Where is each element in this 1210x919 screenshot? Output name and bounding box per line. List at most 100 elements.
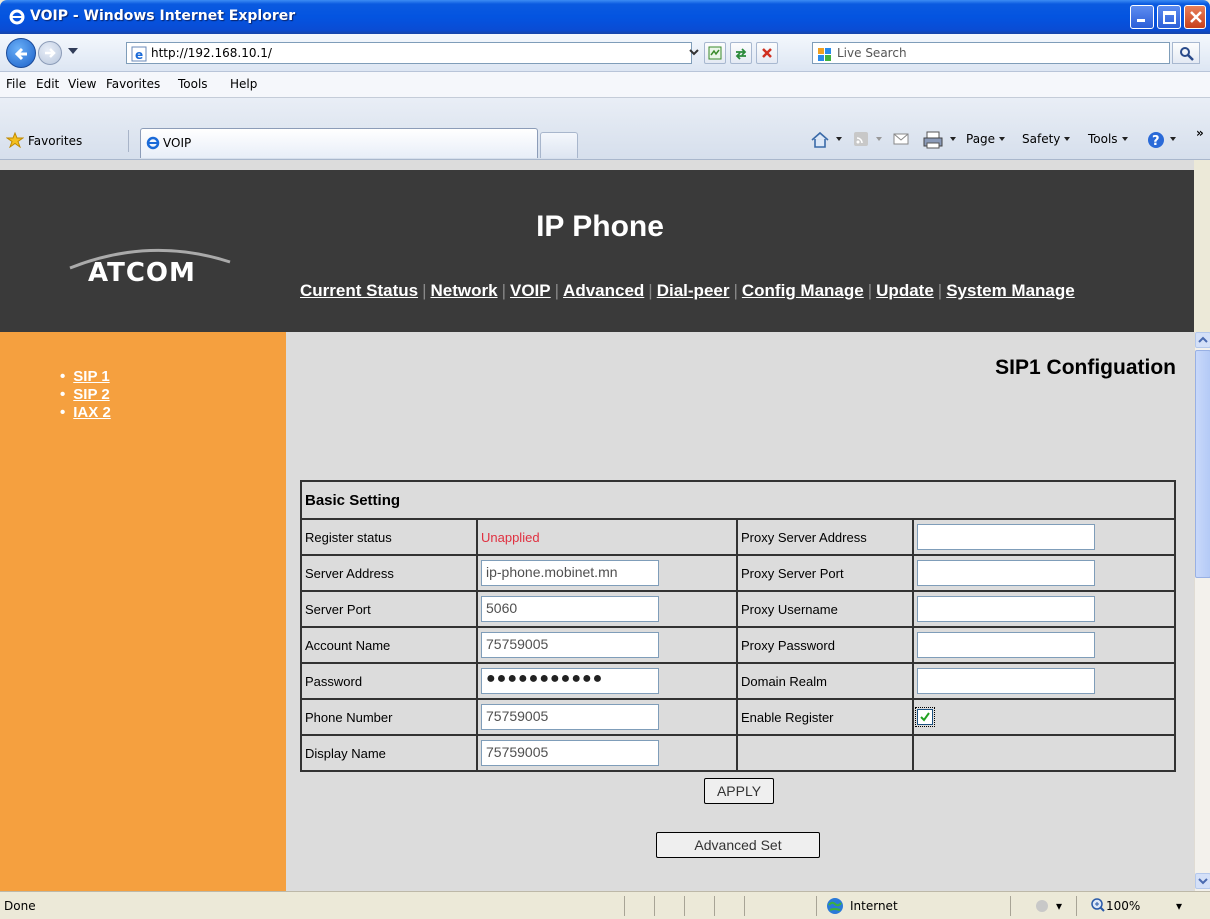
new-tab-button[interactable] [540, 132, 578, 158]
address-url: http://192.168.10.1/ [151, 46, 272, 60]
address-bar[interactable]: e http://192.168.10.1/ [126, 42, 692, 64]
menu-help[interactable]: Help [230, 77, 257, 91]
account-name-label: Account Name [300, 626, 478, 664]
menu-tools[interactable]: Tools [178, 77, 208, 91]
nav-system-manage[interactable]: System Manage [946, 281, 1075, 300]
close-button[interactable] [1184, 5, 1206, 29]
refresh-button[interactable] [730, 42, 752, 64]
proxy-server-address-input[interactable] [917, 524, 1095, 550]
vertical-scrollbar[interactable] [1194, 332, 1210, 891]
stop-icon [762, 48, 772, 58]
stop-button[interactable] [756, 42, 778, 64]
account-name-input[interactable]: 75759005 [481, 632, 659, 658]
server-address-label: Server Address [300, 554, 478, 592]
nav-update[interactable]: Update [876, 281, 934, 300]
sidebar-link-sip2[interactable]: SIP 2 [73, 386, 109, 403]
protected-mode-dropdown[interactable]: ▾ [1056, 899, 1062, 913]
search-button[interactable] [1172, 42, 1200, 64]
apply-button[interactable]: APPLY [704, 778, 774, 804]
zoom-icon[interactable] [1090, 897, 1106, 913]
tab-voip[interactable]: VOIP [140, 128, 538, 158]
page-menu[interactable]: Page [966, 132, 1006, 146]
print-dropdown[interactable] [946, 132, 956, 146]
domain-realm-input[interactable] [917, 668, 1095, 694]
mail-icon[interactable] [892, 130, 910, 148]
close-icon [1190, 11, 1202, 23]
svg-text:e: e [135, 48, 143, 62]
table-row: Account Name 75759005 Proxy Password [300, 626, 1176, 664]
scroll-down-button[interactable] [1195, 873, 1210, 889]
table-row: Phone Number 75759005 Enable Register [300, 698, 1176, 736]
tools-menu-label: Tools [1088, 132, 1118, 146]
nav-network[interactable]: Network [431, 281, 498, 300]
back-button[interactable] [6, 38, 36, 68]
history-dropdown-icon[interactable] [68, 48, 78, 54]
menu-edit[interactable]: Edit [36, 77, 59, 91]
chevron-down-icon [689, 49, 699, 56]
proxy-password-input[interactable] [917, 632, 1095, 658]
nav-dial-peer[interactable]: Dial-peer [657, 281, 730, 300]
search-box[interactable]: Live Search [812, 42, 1170, 64]
display-name-input[interactable]: 75759005 [481, 740, 659, 766]
nav-advanced[interactable]: Advanced [563, 281, 644, 300]
back-arrow-icon [14, 47, 27, 61]
zoom-dropdown[interactable]: ▾ [1176, 899, 1182, 913]
maximize-button[interactable] [1157, 5, 1181, 29]
server-port-input[interactable]: 5060 [481, 596, 659, 622]
feeds-dropdown[interactable] [872, 132, 882, 146]
maximize-icon [1163, 11, 1176, 24]
status-text: Done [4, 899, 36, 913]
toolbar-overflow-icon[interactable]: » [1196, 126, 1204, 140]
minimize-button[interactable] [1130, 5, 1154, 29]
address-dropdown-button[interactable] [686, 42, 700, 64]
star-icon [5, 131, 25, 149]
safety-menu[interactable]: Safety [1022, 132, 1071, 146]
table-row: Register status Unapplied Proxy Server A… [300, 518, 1176, 556]
home-dropdown[interactable] [832, 132, 842, 146]
empty-cell [912, 734, 1176, 772]
tools-menu[interactable]: Tools [1088, 132, 1128, 146]
menu-bar: File Edit View Favorites Tools Help [0, 72, 1210, 98]
page-menu-label: Page [966, 132, 996, 146]
scroll-thumb[interactable] [1195, 350, 1210, 578]
chevron-up-icon [1198, 336, 1208, 343]
phone-number-input[interactable]: 75759005 [481, 704, 659, 730]
refresh-icon [735, 48, 747, 60]
menu-favorites[interactable]: Favorites [106, 77, 160, 91]
help-dropdown[interactable] [1166, 132, 1176, 146]
help-icon[interactable]: ? [1146, 130, 1166, 150]
tab-ie-icon [146, 136, 160, 150]
favorites-button[interactable]: Favorites [5, 131, 82, 149]
scroll-up-button[interactable] [1195, 332, 1210, 348]
tab-label: VOIP [163, 136, 192, 150]
menu-file[interactable]: File [6, 77, 26, 91]
nav-voip[interactable]: VOIP [510, 281, 551, 300]
title-bar: VOIP - Windows Internet Explorer [0, 0, 1210, 34]
enable-register-checkbox[interactable] [915, 707, 935, 728]
compatibility-button[interactable] [704, 42, 726, 64]
zoom-level[interactable]: 100% [1106, 899, 1140, 913]
server-address-input[interactable]: ip-phone.mobinet.mn [481, 560, 659, 586]
home-icon[interactable] [810, 130, 830, 150]
phone-number-label: Phone Number [300, 698, 478, 736]
zone-label: Internet [850, 899, 898, 913]
advanced-set-button[interactable]: Advanced Set [656, 832, 820, 858]
password-input[interactable]: ●●●●●●●●●●● [481, 668, 659, 694]
atcom-logo: ATCOM [88, 258, 196, 288]
menu-view[interactable]: View [68, 77, 96, 91]
proxy-password-label: Proxy Password [736, 626, 914, 664]
register-status-label: Register status [300, 518, 478, 556]
print-icon[interactable] [922, 130, 944, 150]
globe-icon [827, 898, 843, 914]
address-toolbar: e http://192.168.10.1/ Live Search [0, 34, 1210, 72]
proxy-server-port-input[interactable] [917, 560, 1095, 586]
forward-button[interactable] [38, 41, 62, 65]
sidebar-link-sip1[interactable]: SIP 1 [73, 368, 109, 385]
nav-current-status[interactable]: Current Status [300, 281, 418, 300]
page-ie-icon: e [131, 46, 147, 62]
sidebar-link-iax2[interactable]: IAX 2 [73, 404, 111, 421]
protected-mode-icon[interactable] [1034, 898, 1050, 914]
feeds-icon[interactable] [852, 130, 870, 148]
nav-config-manage[interactable]: Config Manage [742, 281, 864, 300]
proxy-username-input[interactable] [917, 596, 1095, 622]
